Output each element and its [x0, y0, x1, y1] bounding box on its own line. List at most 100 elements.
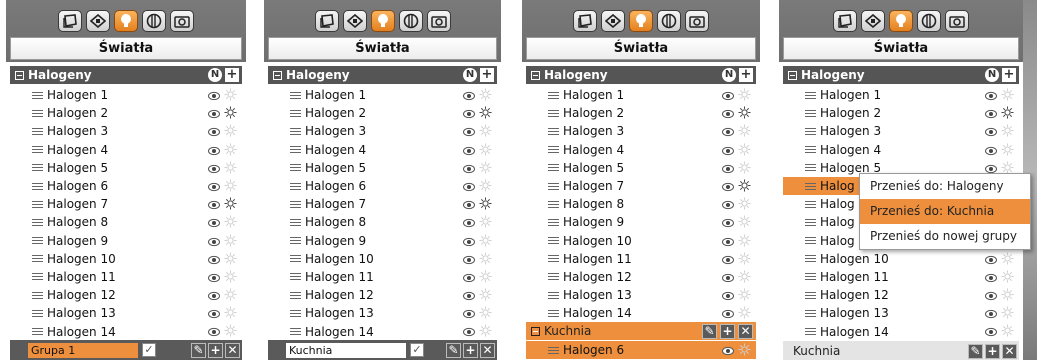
drag-handle-icon[interactable]: [290, 255, 301, 263]
list-item[interactable]: Halogen 2: [10, 104, 242, 122]
light-bulb-icon[interactable]: [738, 197, 751, 210]
eye-icon[interactable]: [985, 126, 997, 137]
drag-handle-icon[interactable]: [805, 164, 816, 172]
group-name-input[interactable]: Grupa 1: [28, 342, 138, 358]
add-icon[interactable]: +: [985, 343, 1000, 359]
eye-icon[interactable]: [208, 90, 220, 101]
light-bulb-icon[interactable]: [1001, 288, 1014, 301]
lights-icon[interactable]: [629, 10, 653, 32]
light-bulb-icon[interactable]: [738, 215, 751, 228]
drag-handle-icon[interactable]: [32, 291, 43, 299]
list-item[interactable]: Halogen 1: [268, 86, 497, 104]
close-icon[interactable]: ✕: [480, 342, 495, 358]
list-item[interactable]: Halogen 10: [268, 250, 497, 268]
lights-icon[interactable]: [889, 10, 913, 32]
light-bulb-icon[interactable]: [224, 124, 237, 137]
drag-handle-icon[interactable]: [548, 291, 559, 299]
eye-icon[interactable]: [722, 308, 734, 319]
drag-handle-icon[interactable]: [548, 164, 559, 172]
collapse-icon[interactable]: [531, 326, 540, 336]
eye-icon[interactable]: [208, 199, 220, 210]
light-bulb-icon[interactable]: [479, 161, 492, 174]
devices-icon[interactable]: [601, 10, 625, 32]
new-item-badge[interactable]: N: [208, 68, 222, 82]
edit-icon[interactable]: ✎: [968, 343, 983, 359]
list-item[interactable]: Halogen 5: [526, 159, 756, 177]
light-bulb-icon[interactable]: [1001, 270, 1014, 283]
list-item[interactable]: Halogen 9: [268, 232, 497, 250]
drag-handle-icon[interactable]: [32, 328, 43, 336]
context-menu-item[interactable]: Przenieś do: Kuchnia: [860, 199, 1030, 224]
eye-icon[interactable]: [985, 108, 997, 119]
list-item[interactable]: Halogen 8: [268, 213, 497, 231]
eye-icon[interactable]: [985, 145, 997, 155]
drag-handle-icon[interactable]: [805, 218, 816, 226]
light-bulb-icon[interactable]: [738, 161, 751, 174]
drag-handle-icon[interactable]: [805, 200, 816, 208]
list-item[interactable]: Halogen 6: [268, 177, 497, 195]
eye-icon[interactable]: [463, 163, 475, 173]
eye-icon[interactable]: [463, 326, 475, 337]
context-menu-item[interactable]: Przenieś do nowej grupy: [860, 224, 1030, 249]
camera-icon[interactable]: [170, 10, 194, 32]
light-bulb-icon[interactable]: [738, 143, 751, 156]
list-item[interactable]: Halogen 3: [268, 122, 497, 140]
light-bulb-icon[interactable]: [738, 288, 751, 301]
light-bulb-icon[interactable]: [479, 234, 492, 247]
drag-handle-icon[interactable]: [290, 91, 301, 99]
list-item[interactable]: Halogen 7: [526, 177, 756, 195]
drag-handle-icon[interactable]: [290, 309, 301, 317]
drag-handle-icon[interactable]: [548, 309, 559, 317]
drag-handle-icon[interactable]: [548, 182, 559, 190]
eye-icon[interactable]: [722, 290, 734, 301]
add-icon[interactable]: +: [1002, 68, 1016, 82]
lights-icon[interactable]: [370, 10, 395, 32]
group-header-halogeny[interactable]: Halogeny N +: [526, 66, 756, 84]
light-bulb-icon[interactable]: [738, 306, 751, 319]
eye-icon[interactable]: [208, 236, 220, 246]
drag-handle-icon[interactable]: [290, 146, 301, 154]
light-bulb-icon[interactable]: [224, 270, 237, 283]
edit-icon[interactable]: ✎: [446, 342, 461, 358]
light-bulb-icon[interactable]: [479, 179, 492, 192]
drag-handle-icon[interactable]: [805, 146, 816, 154]
list-item[interactable]: Halogen 7: [10, 195, 242, 213]
light-bulb-icon[interactable]: [224, 324, 237, 337]
group-header-halogeny[interactable]: Halogeny N +: [783, 66, 1019, 84]
light-bulb-icon[interactable]: [479, 215, 492, 228]
light-bulb-icon[interactable]: [1001, 143, 1014, 156]
collapse-icon[interactable]: [273, 70, 282, 80]
list-item[interactable]: Halogen 10: [10, 250, 242, 268]
drag-handle-icon[interactable]: [32, 218, 43, 226]
drag-handle-icon[interactable]: [805, 255, 816, 263]
light-bulb-icon[interactable]: [1001, 306, 1014, 319]
eye-icon[interactable]: [208, 272, 220, 282]
drag-handle-icon[interactable]: [548, 218, 559, 226]
eye-icon[interactable]: [722, 345, 734, 356]
add-icon[interactable]: +: [720, 323, 735, 339]
list-item[interactable]: Halogen 12: [268, 286, 497, 304]
drag-handle-icon[interactable]: [32, 237, 43, 245]
list-item[interactable]: Halogen 7: [268, 195, 497, 213]
add-icon[interactable]: +: [225, 68, 239, 82]
scenes-icon[interactable]: [58, 10, 82, 32]
drag-handle-icon[interactable]: [805, 109, 816, 117]
eye-icon[interactable]: [722, 217, 734, 228]
drag-handle-icon[interactable]: [32, 91, 43, 99]
eye-icon[interactable]: [208, 108, 220, 119]
list-item[interactable]: Halogen 4: [526, 141, 756, 159]
light-bulb-icon[interactable]: [224, 143, 237, 156]
camera-icon[interactable]: [945, 10, 969, 32]
list-item[interactable]: Halogen 6: [10, 177, 242, 195]
eye-icon[interactable]: [722, 163, 734, 173]
eye-icon[interactable]: [463, 308, 475, 319]
blinds-icon[interactable]: [657, 10, 681, 32]
light-bulb-icon[interactable]: [738, 124, 751, 137]
eye-icon[interactable]: [722, 236, 734, 246]
list-item[interactable]: Halogen 11: [268, 268, 497, 286]
list-item[interactable]: Halogen 9: [10, 232, 242, 250]
light-bulb-icon[interactable]: [224, 252, 237, 265]
light-bulb-icon[interactable]: [479, 106, 492, 119]
drag-handle-icon[interactable]: [32, 182, 43, 190]
list-item[interactable]: Halogen 14: [268, 322, 497, 340]
